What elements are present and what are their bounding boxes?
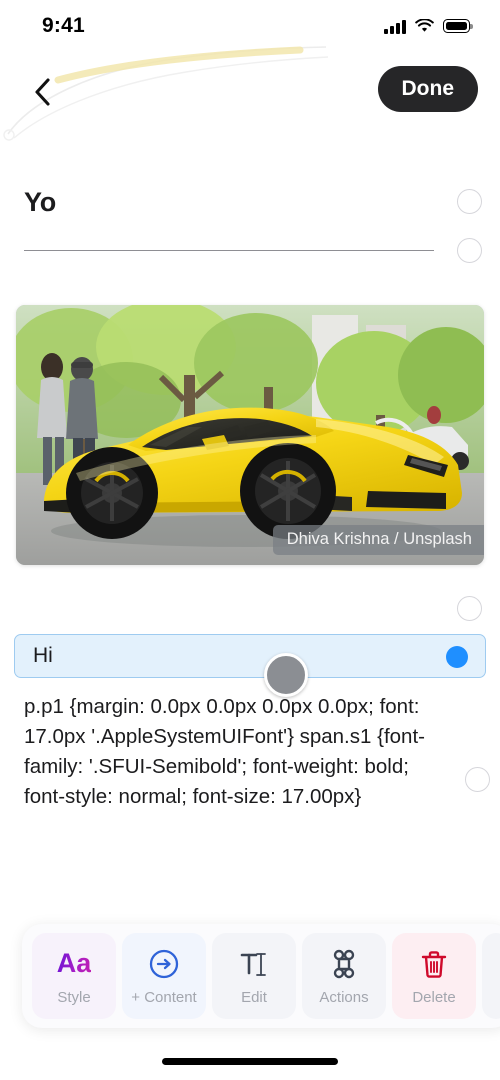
toolbar-item-add-content[interactable]: + Content bbox=[122, 933, 206, 1019]
status-bar: 9:41 bbox=[0, 0, 500, 52]
toolbar-item-delete[interactable]: Delete bbox=[392, 933, 476, 1019]
block-select-bullet-selected[interactable] bbox=[446, 646, 468, 668]
wifi-icon bbox=[415, 19, 434, 32]
block-divider[interactable] bbox=[0, 232, 500, 269]
block-select-bullet[interactable] bbox=[457, 238, 482, 263]
block-selected-text[interactable]: Hi bbox=[14, 634, 486, 678]
selected-text-value: Hi bbox=[33, 644, 53, 667]
toolbar-item-edit[interactable]: Edit bbox=[212, 933, 296, 1019]
command-key-icon bbox=[333, 949, 355, 978]
drag-handle[interactable] bbox=[264, 653, 308, 697]
toolbar-label-delete: Delete bbox=[412, 988, 456, 1006]
toolbar-item-actions[interactable]: Actions bbox=[302, 933, 386, 1019]
block-image[interactable]: Dhiva Krishna / Unsplash bbox=[16, 305, 484, 565]
block-heading[interactable]: Yo bbox=[0, 175, 500, 232]
circled-arrow-right-icon bbox=[149, 949, 179, 978]
toolbar-item-style[interactable]: Aa Style bbox=[32, 933, 116, 1019]
block-select-bullet[interactable] bbox=[457, 189, 482, 214]
cellular-bars-icon bbox=[384, 19, 406, 34]
block-select-bullet[interactable] bbox=[465, 767, 490, 792]
toolbar-item-overflow[interactable] bbox=[482, 933, 500, 1019]
divider-line bbox=[24, 250, 434, 252]
status-time: 9:41 bbox=[42, 14, 85, 37]
battery-full-icon bbox=[443, 19, 473, 33]
aa-text-style-icon: Aa bbox=[57, 947, 92, 981]
text-cursor-icon bbox=[240, 952, 266, 976]
trash-icon bbox=[421, 950, 447, 978]
heading-text: Yo bbox=[24, 187, 57, 217]
content-blocks: Yo bbox=[0, 175, 500, 269]
status-indicators bbox=[384, 19, 473, 34]
home-indicator bbox=[162, 1058, 338, 1065]
code-text-value: p.p1 {margin: 0.0px 0.0px 0.0px 0.0px; f… bbox=[24, 695, 425, 808]
block-select-bullet[interactable] bbox=[457, 596, 482, 621]
toolbar-label-edit: Edit bbox=[241, 988, 267, 1006]
toolbar-label-add-content: + Content bbox=[131, 988, 197, 1006]
navigation-bar: Done bbox=[0, 62, 500, 124]
toolbar-label-style: Style bbox=[57, 988, 91, 1006]
chevron-left-icon bbox=[34, 78, 50, 106]
done-button[interactable]: Done bbox=[377, 66, 478, 112]
back-button[interactable] bbox=[22, 72, 62, 112]
block-code-text[interactable]: p.p1 {margin: 0.0px 0.0px 0.0px 0.0px; f… bbox=[24, 692, 490, 812]
image-credit: Dhiva Krishna / Unsplash bbox=[272, 525, 484, 555]
bottom-toolbar: Aa Style + Content Edit Actions Delete bbox=[22, 924, 500, 1028]
toolbar-label-actions: Actions bbox=[319, 988, 369, 1006]
